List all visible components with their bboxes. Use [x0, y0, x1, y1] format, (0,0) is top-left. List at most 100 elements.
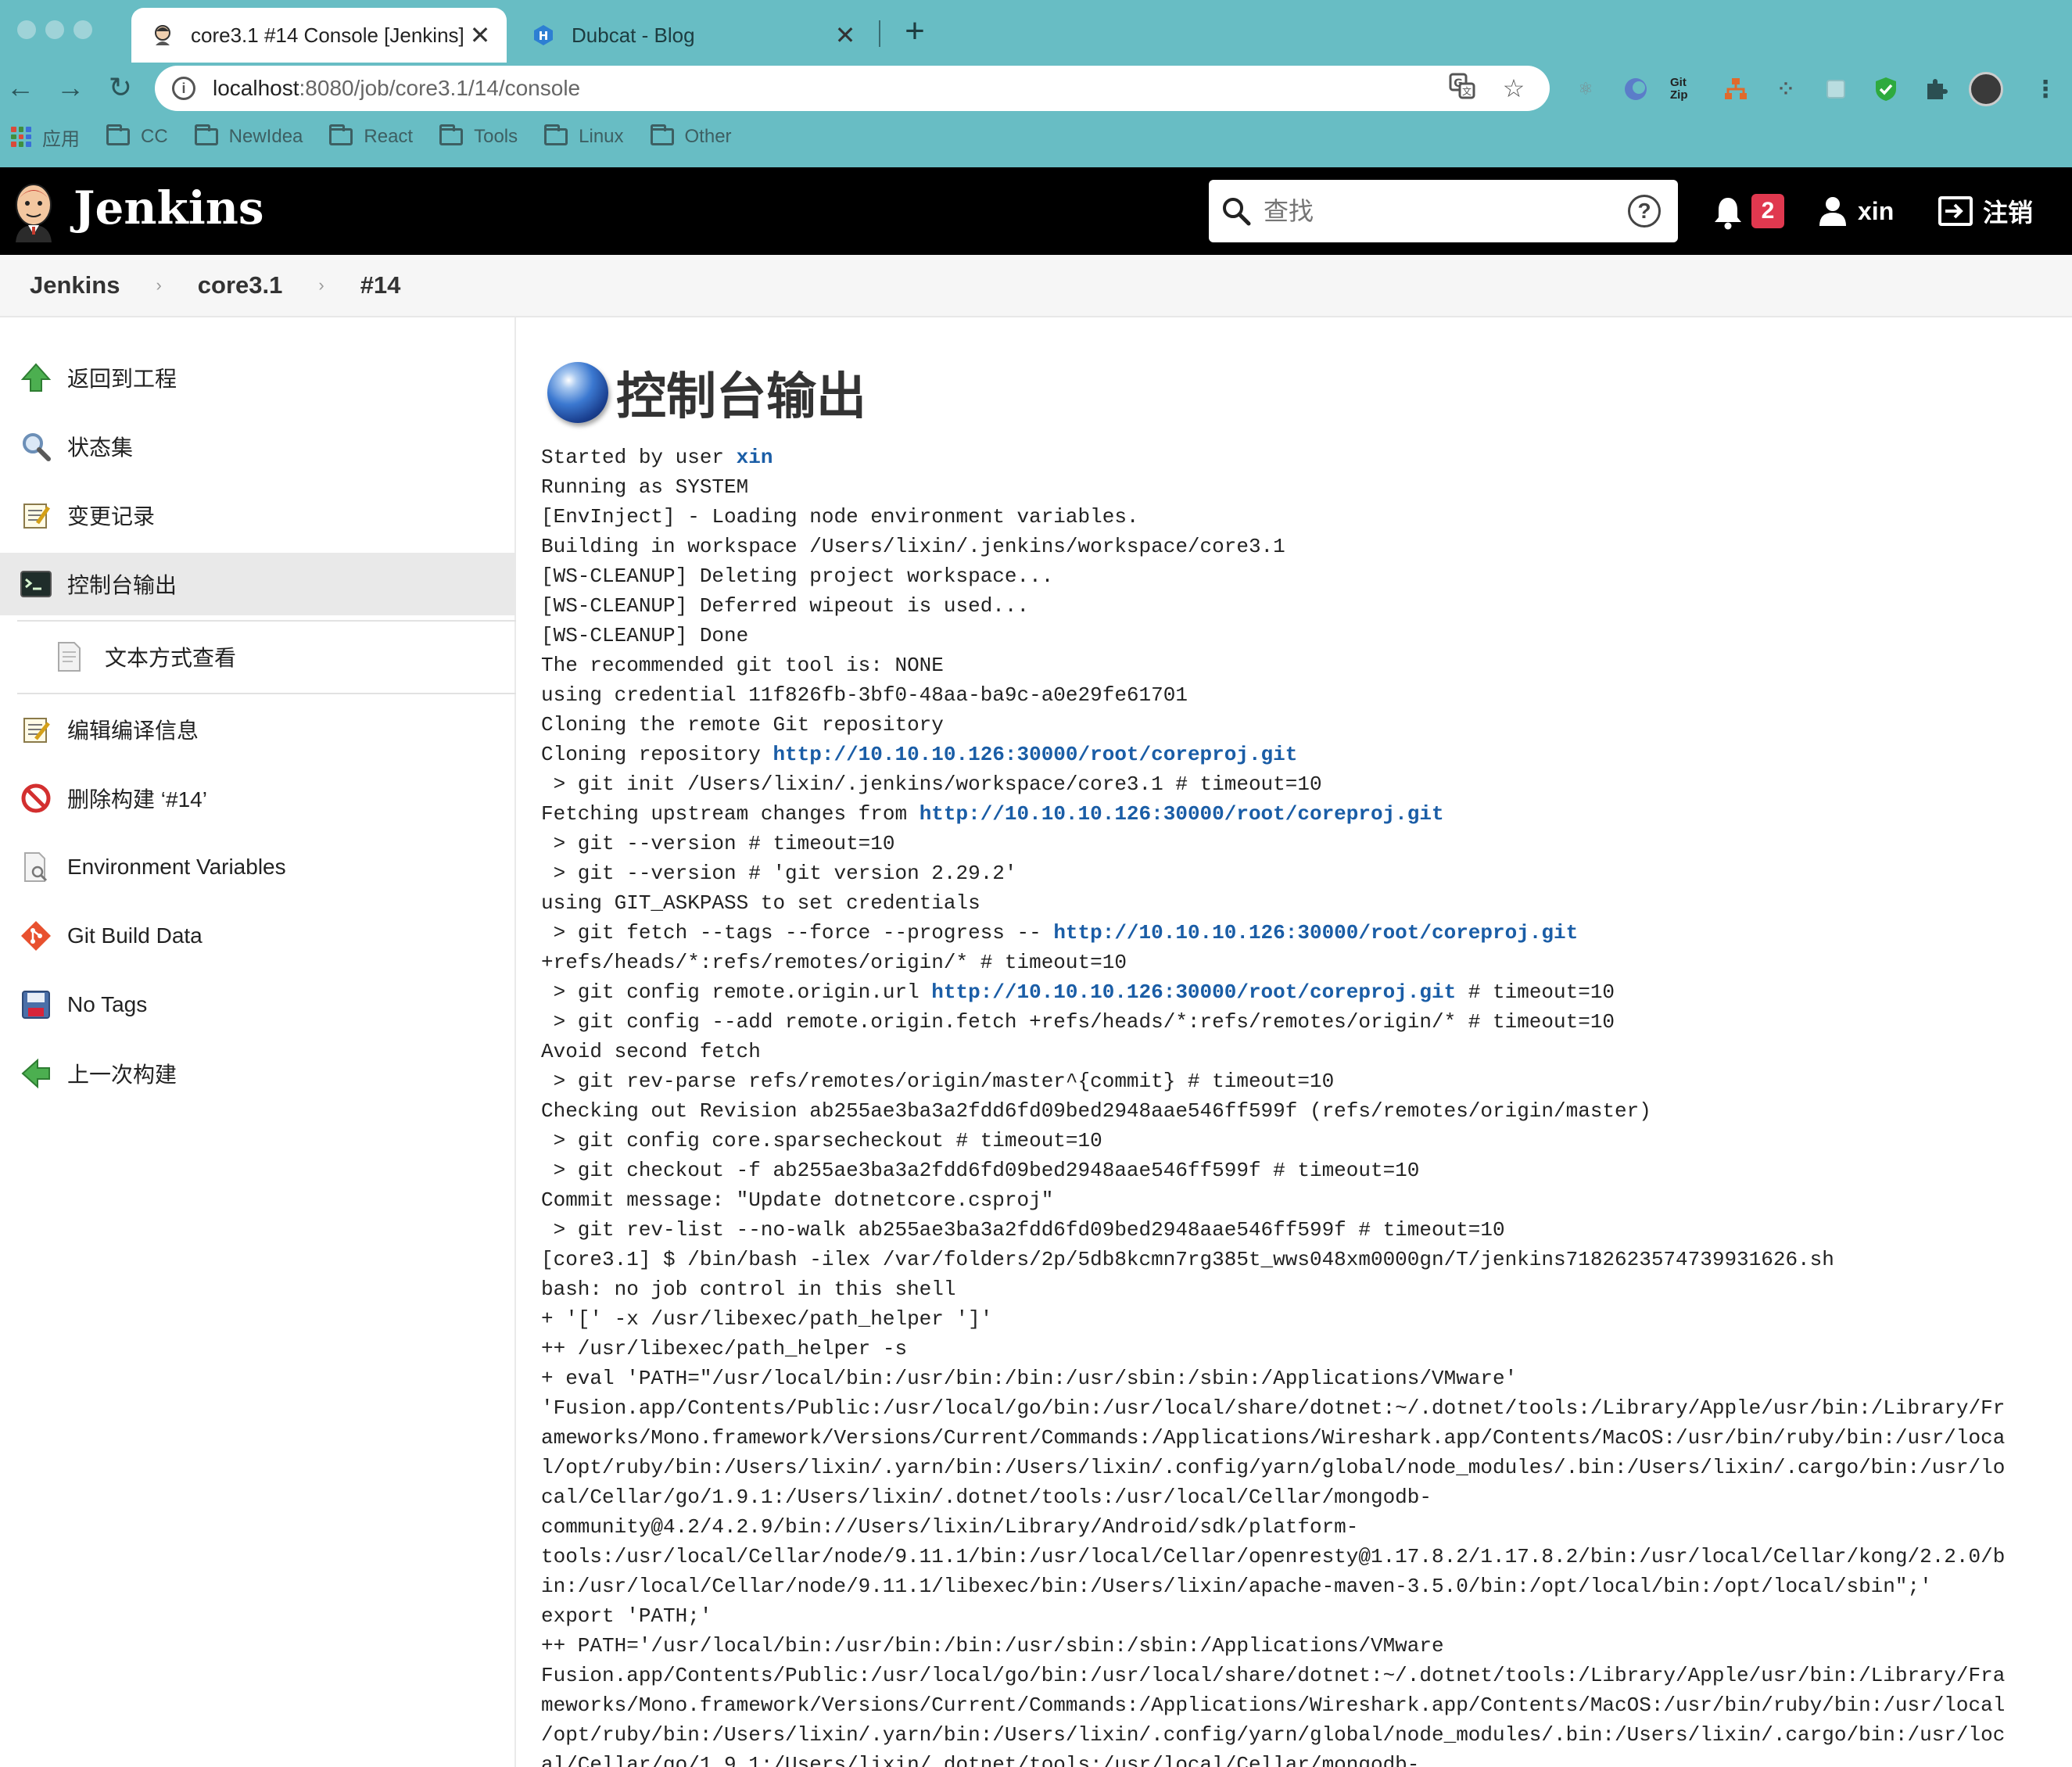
notification-badge[interactable]: 2 — [1751, 194, 1784, 228]
console-line: Avoid second fetch — [541, 1040, 761, 1063]
extension-tree-icon[interactable] — [1720, 73, 1751, 105]
sidebar-item-label: 删除构建 ‘#14’ — [67, 787, 207, 812]
profile-avatar[interactable] — [1969, 72, 2003, 106]
chevron-right-icon[interactable]: › — [318, 275, 324, 296]
bookmark-label: NewIdea — [228, 126, 303, 147]
notepad-pencil-icon — [19, 712, 53, 747]
user-link[interactable]: xin — [737, 446, 773, 469]
bookmark-folder-other[interactable]: Other — [650, 124, 732, 148]
folder-icon — [650, 124, 674, 145]
tab-title: Dubcat - Blog — [572, 23, 695, 47]
console-line: [EnvInject] - Loading node environment v… — [541, 505, 1139, 529]
repo-link[interactable]: http://10.10.10.126:30000/root/coreproj.… — [919, 802, 1444, 826]
extension-blank-icon[interactable] — [1820, 73, 1852, 105]
forward-button[interactable]: → — [53, 70, 88, 105]
repo-link[interactable]: http://10.10.10.126:30000/root/coreproj.… — [773, 743, 1297, 766]
console-line: [WS-CLEANUP] Done — [541, 624, 749, 647]
url-text[interactable]: localhost:8080/job/core3.1/14/console — [213, 76, 1446, 101]
tab-close-icon[interactable]: ✕ — [830, 20, 861, 50]
save-icon — [19, 987, 53, 1022]
translate-icon[interactable]: G文 — [1446, 73, 1478, 104]
console-line: Fetching upstream changes from http://10… — [541, 802, 1444, 826]
reload-button[interactable]: ↻ — [103, 70, 138, 105]
sidebar-item-view-as-plain-text[interactable]: 文本方式查看 — [0, 625, 516, 688]
sidebar-item-changes[interactable]: 变更记录 — [0, 484, 516, 547]
console-line: > git config --add remote.origin.fetch +… — [541, 1010, 1615, 1034]
bookmark-folder-linux[interactable]: Linux — [544, 124, 624, 148]
console-line: Started by user xin — [541, 446, 773, 469]
sidebar-item-edit-build-info[interactable]: 编辑编译信息 — [0, 698, 516, 761]
bookmark-star-icon[interactable]: ☆ — [1498, 73, 1529, 104]
chevron-right-icon[interactable]: › — [156, 275, 161, 296]
bookmark-folder-react[interactable]: React — [329, 124, 413, 148]
shield-check-icon[interactable] — [1870, 73, 1902, 105]
console-line: community@4.2/4.2.9/bin://Users/lixin/Li… — [541, 1515, 1359, 1539]
bookmark-folder-cc[interactable]: CC — [106, 124, 168, 148]
sidebar-item-git-build-data[interactable]: Git Build Data — [0, 905, 516, 967]
breadcrumb-build[interactable]: #14 — [360, 271, 401, 299]
breadcrumb-jenkins[interactable]: Jenkins — [30, 271, 120, 299]
no-entry-icon — [19, 781, 53, 815]
sidebar-item-label: 文本方式查看 — [105, 646, 237, 670]
repo-link[interactable]: http://10.10.10.126:30000/root/coreproj.… — [1053, 921, 1578, 944]
console-line: [WS-CLEANUP] Deleting project workspace.… — [541, 565, 1054, 588]
bookmark-folder-newidea[interactable]: NewIdea — [194, 124, 303, 148]
sidebar-item-console-output[interactable]: 控制台输出 — [0, 553, 516, 615]
console-line: /opt/ruby/bin:/Users/lixin/.yarn/bin:/Us… — [541, 1723, 2006, 1747]
logout-button[interactable]: 注销 — [1938, 191, 2033, 231]
tab-separator — [879, 20, 880, 47]
logout-icon — [1938, 196, 1973, 226]
folder-icon — [544, 124, 568, 145]
help-icon[interactable]: ? — [1628, 195, 1661, 228]
sidebar-item-environment-variables[interactable]: Environment Variables — [0, 836, 516, 898]
bookmarks-bar: 应用 CC NewIdea React Tools Linux Other — [0, 117, 2072, 156]
console-line: in:/usr/local/Cellar/node/9.11.1/libexec… — [541, 1575, 1932, 1598]
git-zip-icon[interactable]: Git Zip — [1670, 73, 1701, 105]
breadcrumb: Jenkins › core3.1 › #14 — [0, 255, 2072, 317]
tab-title: core3.1 #14 Console [Jenkins] — [191, 23, 464, 47]
tab-close-icon[interactable]: ✕ — [464, 20, 496, 50]
jenkins-favicon-icon — [150, 23, 175, 48]
terminal-icon — [19, 567, 53, 601]
console-line: Cloning the remote Git repository — [541, 713, 944, 737]
window-close-button[interactable] — [17, 20, 36, 39]
notification-bell-icon[interactable] — [1712, 195, 1744, 230]
jenkins-logo-icon[interactable] — [11, 180, 56, 242]
console-line: > git init /Users/lixin/.jenkins/workspa… — [541, 772, 1322, 796]
tab-dubcat-blog[interactable]: H Dubcat - Blog ✕ — [512, 8, 872, 63]
sidebar-item-previous-build[interactable]: 上一次构建 — [0, 1042, 516, 1105]
breadcrumb-job[interactable]: core3.1 — [198, 271, 283, 299]
react-devtools-icon[interactable]: ⚛ — [1570, 73, 1601, 105]
console-line: bash: no job control in this shell — [541, 1278, 956, 1301]
console-line: > git config core.sparsecheckout # timeo… — [541, 1129, 1102, 1152]
extension-swirl-icon[interactable] — [1620, 73, 1651, 105]
jenkins-header: Jenkins ? 2 xin 注销 — [0, 167, 2072, 255]
folder-icon — [106, 124, 130, 145]
sidebar-item-status[interactable]: 状态集 — [0, 415, 516, 478]
repo-link[interactable]: http://10.10.10.126:30000/root/coreproj.… — [931, 980, 1456, 1004]
sidebar-item-no-tags[interactable]: No Tags — [0, 973, 516, 1036]
new-tab-button[interactable]: + — [898, 14, 932, 48]
sidebar-item-label: Environment Variables — [67, 855, 286, 879]
sidebar-item-back-to-project[interactable]: 返回到工程 — [0, 346, 516, 409]
console-line: l/opt/ruby/bin:/Users/lixin/.yarn/bin:/U… — [541, 1456, 2006, 1479]
sidebar-item-delete-build[interactable]: 删除构建 ‘#14’ — [0, 767, 516, 830]
jenkins-title[interactable]: Jenkins — [73, 181, 264, 235]
search-input[interactable] — [1264, 196, 1628, 226]
browser-menu-icon[interactable]: ⋮ — [2030, 73, 2061, 105]
document-icon — [52, 640, 86, 674]
extensions-puzzle-icon[interactable] — [1920, 73, 1952, 105]
window-zoom-button[interactable] — [73, 20, 92, 39]
console-line: export 'PATH;' — [541, 1604, 712, 1628]
back-button[interactable]: ← — [3, 70, 38, 105]
bookmark-folder-tools[interactable]: Tools — [439, 124, 518, 148]
extension-dots-icon[interactable]: ⁘ — [1770, 73, 1801, 105]
folder-icon — [439, 124, 464, 145]
address-bar[interactable]: i localhost:8080/job/core3.1/14/console … — [155, 66, 1550, 111]
user-menu[interactable]: xin — [1819, 191, 1894, 231]
console-line: ameworks/Mono.framework/Versions/Current… — [541, 1426, 2006, 1450]
tab-jenkins-console[interactable]: core3.1 #14 Console [Jenkins] ✕ — [131, 8, 507, 63]
bookmark-apps[interactable]: 应用 — [0, 124, 80, 151]
window-minimize-button[interactable] — [45, 20, 64, 39]
site-info-icon[interactable]: i — [172, 77, 195, 100]
